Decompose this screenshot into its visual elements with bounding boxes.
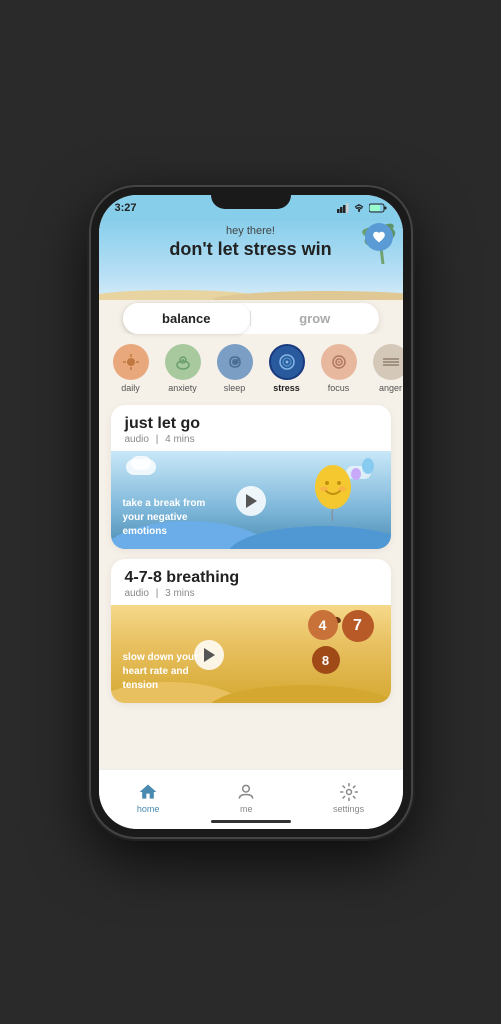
nav-home[interactable]: home (137, 782, 160, 814)
category-daily-label: daily (121, 383, 140, 393)
card-breathing[interactable]: 4-7-8 breathing audio | 3 mins (111, 559, 391, 703)
card-just-let-go-header: just let go audio | 4 mins (111, 405, 391, 451)
play-icon-1 (246, 494, 257, 508)
nav-me-label: me (240, 804, 253, 814)
category-anxiety-icon (165, 344, 201, 380)
card-breathing-title: 4-7-8 breathing (125, 569, 377, 587)
card-just-let-go-type: audio (125, 434, 149, 445)
wifi-icon (353, 203, 365, 213)
category-anxiety[interactable]: anxiety (163, 344, 203, 393)
tab-balance[interactable]: balance (123, 303, 251, 334)
tabs-container: balance grow (123, 303, 379, 334)
heart-button[interactable] (365, 223, 393, 251)
phone-screen: 3:27 (99, 195, 403, 829)
beach-decoration (99, 287, 403, 299)
home-indicator (211, 820, 291, 823)
phone-frame: 3:27 (91, 187, 411, 837)
category-focus-label: focus (328, 383, 350, 393)
person-icon (236, 782, 256, 802)
category-focus[interactable]: focus (319, 344, 359, 393)
signal-icon (337, 203, 349, 213)
card-breathing-header: 4-7-8 breathing audio | 3 mins (111, 559, 391, 605)
number-8: 8 (312, 646, 340, 674)
category-sleep-icon (217, 344, 253, 380)
categories-scroll[interactable]: daily anxiety sleep (99, 334, 403, 397)
card-just-let-go-image[interactable]: take a break fromyour negativeemotions (111, 451, 391, 549)
status-time: 3:27 (115, 202, 137, 214)
category-daily[interactable]: daily (111, 344, 151, 393)
category-anger[interactable]: anger (371, 344, 403, 393)
nav-settings-label: settings (333, 804, 364, 814)
home-icon (138, 782, 158, 802)
category-sleep-label: sleep (224, 383, 246, 393)
card-just-let-go-duration: 4 mins (165, 434, 194, 445)
category-stress-label: stress (273, 383, 300, 393)
header: hey there! don't let stress win (99, 219, 403, 299)
play-button-1[interactable] (236, 486, 266, 516)
nav-home-label: home (137, 804, 160, 814)
battery-icon (369, 203, 387, 213)
category-anger-label: anger (379, 383, 402, 393)
card-breathing-duration: 3 mins (165, 588, 194, 599)
breathing-numbers: 4 7 8 (308, 610, 383, 674)
category-anger-icon (373, 344, 403, 380)
nav-settings[interactable]: settings (333, 782, 364, 814)
card-breathing-overlay-text: slow down yourheart rate andtension (123, 651, 199, 693)
category-anxiety-label: anxiety (168, 383, 197, 393)
cloud-2 (131, 456, 151, 470)
category-stress-icon (269, 344, 305, 380)
card-just-let-go-overlay-text: take a break fromyour negativeemotions (123, 497, 206, 539)
small-balloons (346, 456, 376, 491)
category-sleep[interactable]: sleep (215, 344, 255, 393)
heart-icon (372, 230, 386, 244)
card-just-let-go[interactable]: just let go audio | 4 mins (111, 405, 391, 549)
content-area: just let go audio | 4 mins (99, 397, 403, 711)
gear-icon (339, 782, 359, 802)
card-breathing-image[interactable]: 4 7 8 slow down yourheart rate andtensio… (111, 605, 391, 703)
card-just-let-go-meta: audio | 4 mins (125, 434, 377, 445)
play-icon-2 (204, 648, 215, 662)
tab-grow[interactable]: grow (251, 303, 379, 334)
number-4: 4 (308, 610, 338, 640)
card-breathing-type: audio (125, 588, 149, 599)
header-title: don't let stress win (115, 239, 387, 260)
header-greeting: hey there! (115, 225, 387, 237)
phone-notch (211, 187, 291, 209)
tabs-wrapper: balance grow (99, 299, 403, 334)
status-icons (337, 203, 387, 213)
nav-me[interactable]: me (236, 782, 256, 814)
card-just-let-go-title: just let go (125, 415, 377, 433)
number-7: 7 (342, 610, 374, 642)
card-breathing-meta: audio | 3 mins (125, 588, 377, 599)
category-daily-icon (113, 344, 149, 380)
category-stress[interactable]: stress (267, 344, 307, 393)
category-focus-icon (321, 344, 357, 380)
